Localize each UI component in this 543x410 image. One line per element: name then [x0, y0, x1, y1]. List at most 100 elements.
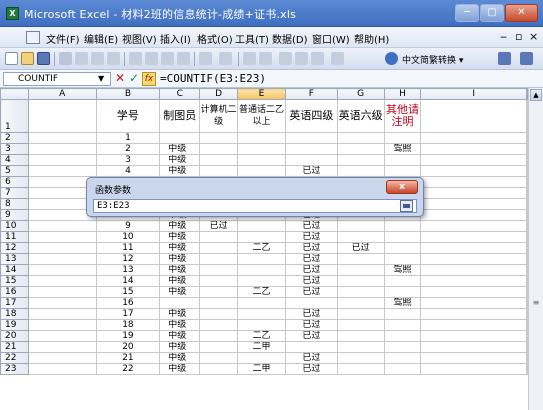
row-header[interactable]: 21: [0, 341, 29, 353]
cell-f[interactable]: 已过: [284, 286, 338, 298]
cell-h[interactable]: [383, 275, 422, 287]
dialog-close-button[interactable]: x: [386, 180, 418, 194]
cell-b[interactable]: 1: [95, 132, 161, 144]
cell-d[interactable]: [199, 363, 239, 375]
cell-d[interactable]: [199, 319, 239, 331]
cell-b[interactable]: 16: [95, 297, 161, 309]
cell-h[interactable]: 驾照: [383, 143, 422, 155]
cell-b[interactable]: 12: [95, 253, 161, 265]
scroll-up-icon[interactable]: ▲: [530, 89, 542, 101]
save-icon[interactable]: [37, 52, 50, 65]
cell-g[interactable]: 已过: [336, 242, 385, 254]
menu-item[interactable]: 插入(I): [160, 31, 191, 46]
cell[interactable]: [27, 286, 97, 298]
cell-d[interactable]: [199, 253, 239, 265]
permission-icon[interactable]: [59, 52, 72, 65]
cell[interactable]: [27, 363, 97, 375]
cell-i[interactable]: [420, 286, 527, 298]
cell-c[interactable]: 中级: [159, 308, 201, 320]
cell-h[interactable]: [383, 352, 422, 364]
cell-g[interactable]: [336, 330, 385, 342]
workbook-close-button[interactable]: ×: [529, 30, 538, 43]
cell-d[interactable]: [199, 132, 239, 144]
cell-b[interactable]: 11: [95, 242, 161, 254]
cell-f[interactable]: [284, 132, 338, 144]
cell-d[interactable]: [199, 264, 239, 276]
select-all-corner[interactable]: [0, 88, 29, 100]
cell-g[interactable]: [336, 363, 385, 375]
column-header-h[interactable]: H: [383, 88, 422, 100]
cell-e[interactable]: [237, 264, 286, 276]
cell-f[interactable]: 已过: [284, 363, 338, 375]
cell-h[interactable]: [383, 330, 422, 342]
name-box[interactable]: COUNTIF: [3, 72, 111, 86]
cell-f[interactable]: [284, 154, 338, 166]
cell-e[interactable]: 二甲: [237, 341, 286, 353]
excel-app-icon[interactable]: X: [6, 7, 19, 20]
row-header[interactable]: 18: [0, 308, 29, 320]
cell-f[interactable]: 已过: [284, 275, 338, 287]
cell-c[interactable]: 中级: [159, 242, 201, 254]
close-button[interactable]: ✕: [505, 4, 538, 22]
cell-i[interactable]: [420, 297, 527, 309]
row-header[interactable]: 15: [0, 275, 29, 287]
column-header-e[interactable]: E: [237, 88, 286, 100]
cell-i[interactable]: [420, 198, 527, 210]
header-student-id[interactable]: 学号: [95, 99, 161, 133]
cell-d[interactable]: [199, 308, 239, 320]
cell-d[interactable]: [199, 154, 239, 166]
row-header[interactable]: 4: [0, 154, 29, 166]
menu-item[interactable]: 工具(T): [235, 31, 269, 46]
spreadsheet-grid[interactable]: ABCDEFGHI 1 学号 制图员 计算机二级 普通话二乙以上 英语四级 英语…: [0, 88, 528, 410]
row-header[interactable]: 12: [0, 242, 29, 254]
open-icon[interactable]: [21, 52, 34, 65]
cell-g[interactable]: [336, 143, 385, 155]
cell-e[interactable]: [237, 352, 286, 364]
cell-i[interactable]: [420, 308, 527, 320]
cell-b[interactable]: 2: [95, 143, 161, 155]
cell[interactable]: [27, 143, 97, 155]
hyperlink-icon[interactable]: [243, 52, 256, 65]
print-preview-icon[interactable]: [91, 52, 104, 65]
cell-i[interactable]: [420, 330, 527, 342]
row-header[interactable]: 8: [0, 198, 29, 210]
cell-i[interactable]: [420, 341, 527, 353]
scroll-grip-icon[interactable]: ≡: [531, 298, 541, 307]
cancel-icon[interactable]: ✕: [115, 71, 125, 85]
cell-c[interactable]: 中级: [159, 165, 201, 177]
cell-c[interactable]: 中级: [159, 341, 201, 353]
chinese-convert-dropdown[interactable]: 中文简繁转换 ▾: [402, 53, 463, 66]
cell[interactable]: [27, 231, 97, 243]
cell-d[interactable]: 已过: [199, 220, 239, 232]
menu-item[interactable]: 格式(O): [197, 31, 233, 46]
column-header-b[interactable]: B: [95, 88, 161, 100]
cell-f[interactable]: [284, 341, 338, 353]
workbook-minimize-button[interactable]: ‒: [500, 30, 507, 43]
cell-f[interactable]: 已过: [284, 352, 338, 364]
cell-h[interactable]: [383, 341, 422, 353]
cell-c[interactable]: 中级: [159, 330, 201, 342]
cell-d[interactable]: [199, 242, 239, 254]
range-input[interactable]: E3:E23: [93, 199, 417, 213]
cell[interactable]: [27, 264, 97, 276]
cell-i[interactable]: [420, 352, 527, 364]
cell-i[interactable]: [420, 363, 527, 375]
cell[interactable]: [27, 154, 97, 166]
cell-h[interactable]: [383, 220, 422, 232]
header-computer-level2[interactable]: 计算机二级: [199, 99, 239, 133]
expand-dialog-icon[interactable]: [400, 200, 413, 212]
row-header[interactable]: 20: [0, 330, 29, 342]
column-header-f[interactable]: F: [284, 88, 338, 100]
cell-b[interactable]: 21: [95, 352, 161, 364]
cell-e[interactable]: [237, 253, 286, 265]
cell-e[interactable]: [237, 165, 286, 177]
cell-g[interactable]: [336, 319, 385, 331]
menu-item[interactable]: 编辑(E): [84, 31, 118, 46]
column-header-i[interactable]: I: [420, 88, 527, 100]
cell-c[interactable]: 中级: [159, 319, 201, 331]
cell-f[interactable]: 已过: [284, 319, 338, 331]
header-cet4[interactable]: 英语四级: [284, 99, 338, 133]
minimize-button[interactable]: ─: [455, 4, 479, 22]
cell-b[interactable]: 20: [95, 341, 161, 353]
copy-icon[interactable]: [145, 52, 158, 65]
